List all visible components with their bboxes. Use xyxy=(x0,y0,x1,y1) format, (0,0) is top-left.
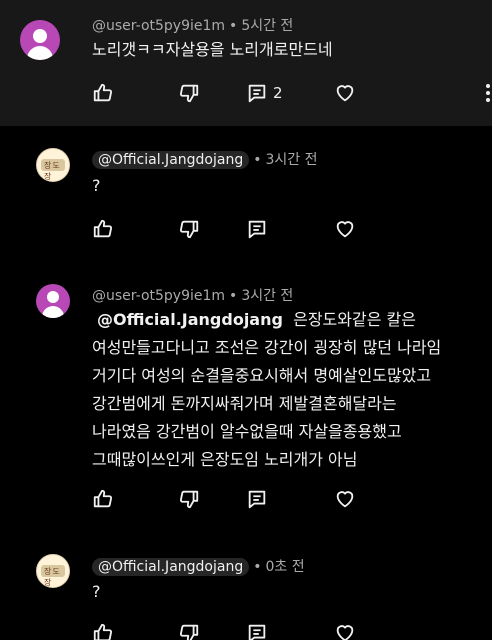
timestamp[interactable]: 5시간 전 xyxy=(241,18,293,34)
like-button[interactable] xyxy=(92,488,116,512)
reply-button[interactable] xyxy=(246,488,270,512)
heart-icon xyxy=(336,625,354,640)
stamp-logo-text: 장도장 xyxy=(44,161,61,181)
comment-actions: 2 xyxy=(92,82,492,106)
timestamp[interactable]: 3시간 전 xyxy=(241,288,293,304)
more-vert-icon[interactable] xyxy=(486,84,490,102)
comment-meta: @user-ot5py9ie1m • 3시간 전 xyxy=(92,285,293,305)
dislike-button[interactable] xyxy=(178,218,202,242)
separator-dot: • xyxy=(253,559,262,575)
author-name[interactable]: @Official.Jangdojang xyxy=(92,151,250,169)
author-name[interactable]: @user-ot5py9ie1m xyxy=(92,288,225,304)
reply-button[interactable] xyxy=(246,622,270,640)
like-button[interactable] xyxy=(92,622,116,640)
dislike-button[interactable] xyxy=(178,488,202,512)
stamp-logo-text: 장도장 xyxy=(44,567,61,587)
author-name[interactable]: @Official.Jangdojang xyxy=(92,558,250,576)
heart-button[interactable] xyxy=(334,622,358,640)
comment-text: @Official.Jangdojang 은장도와같은 칼은 여성만들고다니고 … xyxy=(92,306,441,474)
comment-actions xyxy=(92,488,472,512)
heart-icon xyxy=(336,491,354,508)
separator-dot: • xyxy=(229,288,238,304)
like-icon xyxy=(93,219,113,238)
avatar[interactable]: 장도장 xyxy=(36,148,70,182)
dislike-icon xyxy=(179,490,199,509)
comment-text: ? xyxy=(92,578,101,606)
like-button[interactable] xyxy=(92,82,116,106)
dislike-button[interactable] xyxy=(178,622,202,640)
timestamp[interactable]: 0초 전 xyxy=(265,559,304,575)
comment-meta: @Official.Jangdojang • 3시간 전 xyxy=(92,149,317,169)
author-name[interactable]: @user-ot5py9ie1m xyxy=(92,18,225,34)
separator-dot: • xyxy=(229,18,238,34)
heart-button[interactable] xyxy=(334,488,358,512)
dislike-button[interactable] xyxy=(178,82,202,106)
like-icon xyxy=(93,83,113,102)
reply-button[interactable] xyxy=(246,82,270,106)
like-icon xyxy=(93,623,113,640)
reply-icon xyxy=(248,220,266,239)
reply-icon xyxy=(248,84,266,103)
heart-button[interactable] xyxy=(334,218,358,242)
comment-line: 노리갯ㅋㅋ자살용을 노리개로만드네 xyxy=(92,40,333,59)
heart-icon xyxy=(336,221,354,238)
comment-line: 강간범에게 돈까지싸줘가며 제발결혼해달라는 xyxy=(92,394,397,413)
mention-link[interactable]: @Official.Jangdojang xyxy=(97,310,283,329)
comment-actions xyxy=(92,622,472,640)
comment-line: 나라였음 강간범이 알수없을때 자살을종용했고 xyxy=(92,422,402,441)
comment-line: 거기다 여성의 순결을중요시해서 명예살인도많았고 xyxy=(92,366,432,385)
reply-count[interactable]: 2 xyxy=(273,84,283,102)
dislike-icon xyxy=(179,220,199,239)
avatar[interactable] xyxy=(36,284,70,318)
avatar[interactable]: 장도장 xyxy=(36,554,70,588)
like-button[interactable] xyxy=(92,218,116,242)
like-icon xyxy=(93,489,113,508)
comment-text: 노리갯ㅋㅋ자살용을 노리개로만드네 xyxy=(92,36,333,64)
heart-button[interactable] xyxy=(334,82,358,106)
avatar[interactable] xyxy=(20,20,60,60)
comment-line: 은장도와같은 칼은 xyxy=(293,310,416,329)
comment-meta: @Official.Jangdojang • 0초 전 xyxy=(92,556,305,576)
comment-text: ? xyxy=(92,172,101,200)
reply-button[interactable] xyxy=(246,218,270,242)
heart-icon xyxy=(336,85,354,102)
comment-line: 여성만들고다니고 조선은 강간이 굉장히 많던 나라임 xyxy=(92,338,442,357)
comment-line: ? xyxy=(92,582,101,601)
comment-meta: @user-ot5py9ie1m • 5시간 전 xyxy=(92,15,293,35)
dislike-icon xyxy=(179,624,199,640)
dislike-icon xyxy=(179,84,199,103)
comment-line: ? xyxy=(92,176,101,195)
separator-dot: • xyxy=(253,152,262,168)
comment-actions xyxy=(92,218,472,242)
timestamp[interactable]: 3시간 전 xyxy=(265,152,317,168)
reply-icon xyxy=(248,624,266,640)
comment-line: 그때많이쓰인게 은장도임 노리개가 아님 xyxy=(92,450,358,469)
reply-icon xyxy=(248,490,266,509)
